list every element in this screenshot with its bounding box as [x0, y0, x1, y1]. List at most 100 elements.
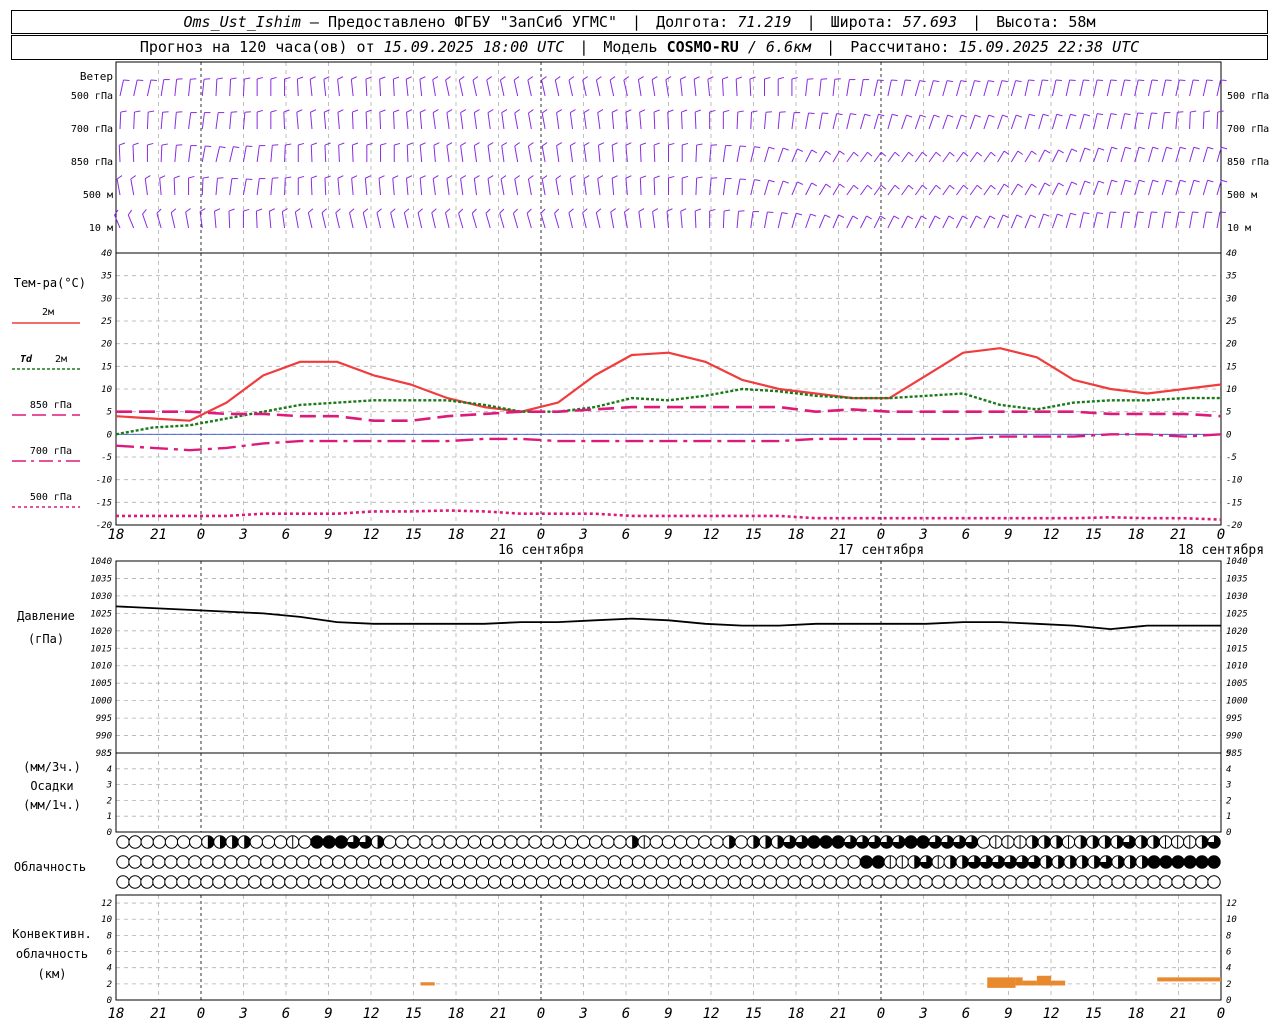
barb-shaft: [901, 184, 909, 196]
barb-shaft: [365, 112, 368, 130]
barb-flag: [392, 175, 399, 179]
cloud-circle: [589, 835, 603, 849]
wind-barb: [541, 175, 548, 196]
cloud-cell-upper: [140, 835, 154, 849]
convective-bar: [1036, 975, 1051, 986]
wind-barb: [1038, 182, 1051, 196]
barb-flag: [652, 208, 659, 213]
barb-shaft: [446, 112, 450, 130]
cloud-cell-lower: [1099, 875, 1113, 889]
wind-barb: [668, 142, 675, 162]
cloud-circle: [344, 855, 358, 869]
barb-flag: [583, 175, 590, 180]
barb-shaft: [471, 213, 478, 229]
barb-flag: [233, 146, 240, 149]
legend-td2m-label: 2м: [55, 354, 67, 365]
cloud-circle: [919, 875, 933, 889]
barb-shaft: [174, 145, 177, 163]
barb-shaft: [763, 211, 768, 229]
cloud-cell-lower: [619, 875, 634, 889]
wind-barb: [679, 76, 687, 97]
cloud-cell-lower: [1087, 875, 1101, 889]
wind-barb: [680, 208, 687, 229]
cloud-cell-middle: [212, 855, 226, 869]
barb-shaft: [763, 112, 767, 130]
barb-shaft: [818, 79, 822, 97]
barb-flag: [132, 142, 139, 146]
wind-barb: [379, 76, 386, 97]
barb-shaft: [901, 79, 906, 97]
temp-xtick: 3: [238, 527, 247, 543]
barb-flag: [228, 208, 235, 212]
barb-shaft: [188, 145, 192, 163]
cloud-circle: [619, 875, 634, 889]
cloud-cell-lower: [1159, 875, 1173, 889]
cloud-fill: [219, 835, 227, 849]
barb-flag: [120, 110, 127, 113]
barb-flag: [1206, 211, 1213, 214]
barb-flag: [853, 184, 859, 190]
barb-flag: [754, 179, 761, 182]
cloud-cell-lower: [727, 875, 742, 889]
wind-barb: [472, 76, 479, 97]
barb-flag: [419, 109, 426, 113]
cloud-cell-middle: [607, 855, 622, 869]
precip-ytick-left: 0: [107, 828, 112, 838]
barb-shaft: [1038, 114, 1044, 130]
wind-barb: [307, 208, 314, 229]
barb-flag: [681, 109, 688, 113]
barb-flag: [891, 79, 898, 82]
cloud-circle: [1207, 875, 1221, 889]
barb-flag: [1044, 149, 1051, 154]
wind-barb: [611, 109, 618, 130]
cloud-circle: [751, 855, 766, 869]
wind-barb: [405, 109, 413, 130]
barb-shaft: [997, 80, 1003, 97]
barb-flag: [668, 175, 675, 179]
barb-flag: [1138, 179, 1145, 183]
wind-barb: [1120, 179, 1132, 196]
cloud-circle: [1039, 875, 1053, 889]
bottom-xtick: 3: [578, 1006, 587, 1022]
press-ytick-right: 995: [1226, 714, 1242, 724]
cloud-cell-lower: [284, 875, 298, 889]
barb-shaft: [390, 212, 395, 229]
barb-shaft: [174, 112, 177, 130]
barb-flag: [230, 77, 237, 80]
barb-shaft: [1106, 180, 1113, 196]
barb-flag: [611, 142, 618, 146]
convective-bar: [420, 982, 435, 986]
barb-shaft: [556, 145, 560, 163]
cloud-cell-upper: [686, 835, 700, 849]
wind-barb: [403, 208, 410, 229]
conv-ytick-right: 10: [1226, 915, 1237, 925]
barb-shaft: [146, 79, 152, 97]
barb-shaft: [132, 145, 135, 163]
cloud-cell-lower: [823, 875, 838, 889]
wind-barb: [1065, 181, 1078, 196]
cloud-cell-upper: [237, 835, 251, 849]
cloud-circle: [272, 875, 286, 889]
barb-flag: [570, 109, 576, 114]
cloud-cell-middle: [883, 855, 897, 869]
wind-barb: [942, 114, 954, 130]
cloud-cell-lower: [1063, 875, 1077, 889]
barb-flag: [116, 175, 123, 180]
cloud-cell-lower: [260, 875, 274, 889]
barb-shaft: [310, 145, 313, 163]
wind-barb: [310, 175, 318, 196]
cloud-circle: [475, 875, 490, 889]
wind-barb: [1216, 146, 1228, 163]
barb-flag: [127, 209, 133, 216]
barb-shaft: [569, 178, 574, 196]
barb-shaft: [473, 178, 478, 196]
wind-barb: [569, 175, 576, 196]
cloud-cell-middle: [1147, 855, 1161, 869]
barb-shaft: [215, 146, 221, 163]
wind-barb: [380, 142, 387, 162]
wind-barb: [337, 175, 344, 196]
barb-shaft: [568, 212, 573, 229]
barb-shaft: [1189, 180, 1195, 196]
barb-flag: [1151, 112, 1158, 115]
barb-flag: [1110, 79, 1117, 82]
